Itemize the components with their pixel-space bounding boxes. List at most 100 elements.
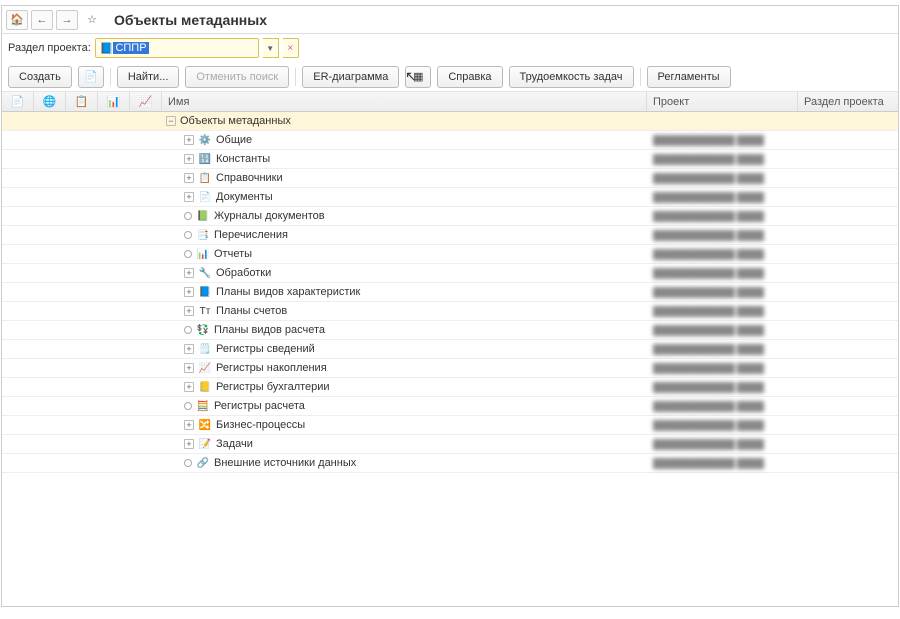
expand-icon[interactable]	[184, 250, 192, 258]
project-value: ████████████ ████	[653, 458, 764, 469]
tree-row[interactable]: 💱Планы видов расчета████████████ ████	[2, 321, 898, 340]
row-label: Документы	[216, 191, 273, 203]
expand-icon[interactable]	[184, 420, 194, 430]
page-title: Объекты метаданных	[114, 12, 267, 28]
tree-row[interactable]: 📄Документы████████████ ████	[2, 188, 898, 207]
expand-icon[interactable]	[184, 363, 194, 373]
expand-icon[interactable]	[184, 192, 194, 202]
tree-row[interactable]: 🗒️Регистры сведений████████████ ████	[2, 340, 898, 359]
type-icon: 📘	[198, 285, 212, 299]
tree-row[interactable]: ⚙️ Общие ████████████ ████	[2, 131, 898, 150]
project-value: ████████████ ████	[653, 420, 764, 431]
col-icon-4[interactable]: 📊	[98, 92, 130, 111]
type-icon: ⚙️	[198, 133, 212, 147]
type-icon: Тт	[198, 304, 212, 318]
col-icon-1[interactable]: 📄	[2, 92, 34, 111]
tree-row[interactable]: 📈Регистры накопления████████████ ████	[2, 359, 898, 378]
filter-label: Раздел проекта:	[8, 42, 91, 54]
expand-icon[interactable]	[184, 326, 192, 334]
help-button[interactable]: Справка	[437, 66, 502, 88]
tree-row[interactable]: 📘 Планы видов характеристик ████████████ █…	[2, 283, 898, 302]
col-icon-2[interactable]: 🌐	[34, 92, 66, 111]
row-label: Планы счетов	[216, 305, 287, 317]
cancel-search-button: Отменить поиск	[185, 66, 289, 88]
tree-row[interactable]: 📝Задачи████████████ ████	[2, 435, 898, 454]
row-label: Внешние источники данных	[214, 457, 356, 469]
create-button[interactable]: Создать	[8, 66, 72, 88]
tree-row[interactable]: 🔗 Внешние источники данных ████████████ ██…	[2, 454, 898, 473]
project-value: ████████████ ████	[653, 287, 764, 298]
home-button[interactable]: 🏠	[6, 10, 28, 30]
expand-icon[interactable]	[184, 344, 194, 354]
tree-row[interactable]: 📋Справочники████████████ ████	[2, 169, 898, 188]
project-value: ████████████ ████	[653, 154, 764, 165]
expand-icon[interactable]	[184, 287, 194, 297]
type-icon: 📝	[198, 437, 212, 451]
project-value: ████████████ ████	[653, 135, 764, 146]
tree-row[interactable]: 🔢 Константы ████████████ ████	[2, 150, 898, 169]
row-label: Справочники	[216, 172, 283, 184]
tree-row[interactable]: 📑Перечисления████████████ ████	[2, 226, 898, 245]
filter-row: Раздел проекта: 📘 СППР ▼ ×	[2, 34, 898, 62]
tree-row[interactable]: 🧮Регистры расчета████████████ ████	[2, 397, 898, 416]
tree-root-row[interactable]: Объекты метаданных	[2, 112, 898, 131]
expand-icon[interactable]	[184, 268, 194, 278]
expand-icon[interactable]	[184, 135, 194, 145]
titlebar: 🏠 ← → ☆ Объекты метаданных	[2, 6, 898, 34]
project-value: ████████████ ████	[653, 439, 764, 450]
type-icon: 🔢	[198, 152, 212, 166]
row-label: Планы видов характеристик	[216, 286, 360, 298]
tree-row[interactable]: ТтПланы счетов████████████ ████	[2, 302, 898, 321]
type-icon: 📗	[196, 209, 210, 223]
list-button[interactable]: ▦	[405, 66, 431, 88]
type-icon: 🗒️	[198, 342, 212, 356]
reglaments-button[interactable]: Регламенты	[647, 66, 731, 88]
col-project[interactable]: Проект	[647, 92, 798, 111]
labor-button[interactable]: Трудоемкость задач	[509, 66, 634, 88]
grid-body[interactable]: Объекты метаданных ⚙️ Общие ████████████ █…	[2, 112, 898, 606]
collapse-icon[interactable]	[166, 116, 176, 126]
copy-button[interactable]: 📄	[78, 66, 104, 88]
tree-row[interactable]: 📗Журналы документов████████████ ████	[2, 207, 898, 226]
project-value: ████████████ ████	[653, 363, 764, 374]
type-icon: 🔗	[196, 456, 210, 470]
er-diagram-button[interactable]: ER-диаграмма	[302, 66, 399, 88]
tree-row[interactable]: 🔧Обработки████████████ ████	[2, 264, 898, 283]
row-label: Регистры расчета	[214, 400, 305, 412]
expand-icon[interactable]	[184, 459, 192, 467]
find-button[interactable]: Найти...	[117, 66, 180, 88]
forward-button[interactable]: →	[56, 10, 78, 30]
expand-icon[interactable]	[184, 439, 194, 449]
expand-icon[interactable]	[184, 154, 194, 164]
project-section-input[interactable]: 📘 СППР	[95, 38, 259, 58]
clear-filter-button[interactable]: ×	[283, 38, 299, 58]
expand-icon[interactable]	[184, 231, 192, 239]
favorite-icon[interactable]: ☆	[81, 10, 103, 30]
expand-icon[interactable]	[184, 306, 194, 316]
col-icon-3[interactable]: 📋	[66, 92, 98, 111]
project-value: ████████████ ████	[653, 325, 764, 336]
root-label: Объекты метаданных	[180, 115, 291, 127]
row-label: Регистры сведений	[216, 343, 315, 355]
expand-icon[interactable]	[184, 173, 194, 183]
row-label: Регистры бухгалтерии	[216, 381, 330, 393]
tree-row[interactable]: 🔀Бизнес-процессы████████████ ████	[2, 416, 898, 435]
type-icon: 📄	[198, 190, 212, 204]
back-button[interactable]: ←	[31, 10, 53, 30]
project-value: ████████████ ████	[653, 268, 764, 279]
expand-icon[interactable]	[184, 212, 192, 220]
row-label: Общие	[216, 134, 252, 146]
dropdown-icon[interactable]: ▼	[263, 38, 279, 58]
expand-icon[interactable]	[184, 382, 194, 392]
type-icon: 📊	[196, 247, 210, 261]
type-icon: 📒	[198, 380, 212, 394]
col-name[interactable]: Имя	[162, 92, 647, 111]
tree-row[interactable]: 📊Отчеты████████████ ████	[2, 245, 898, 264]
type-icon: 🧮	[196, 399, 210, 413]
col-section[interactable]: Раздел проекта	[798, 92, 898, 111]
type-icon: 🔀	[198, 418, 212, 432]
tree-row[interactable]: 📒Регистры бухгалтерии████████████ ████	[2, 378, 898, 397]
expand-icon[interactable]	[184, 402, 192, 410]
row-label: Константы	[216, 153, 270, 165]
col-icon-5[interactable]: 📈	[130, 92, 162, 111]
